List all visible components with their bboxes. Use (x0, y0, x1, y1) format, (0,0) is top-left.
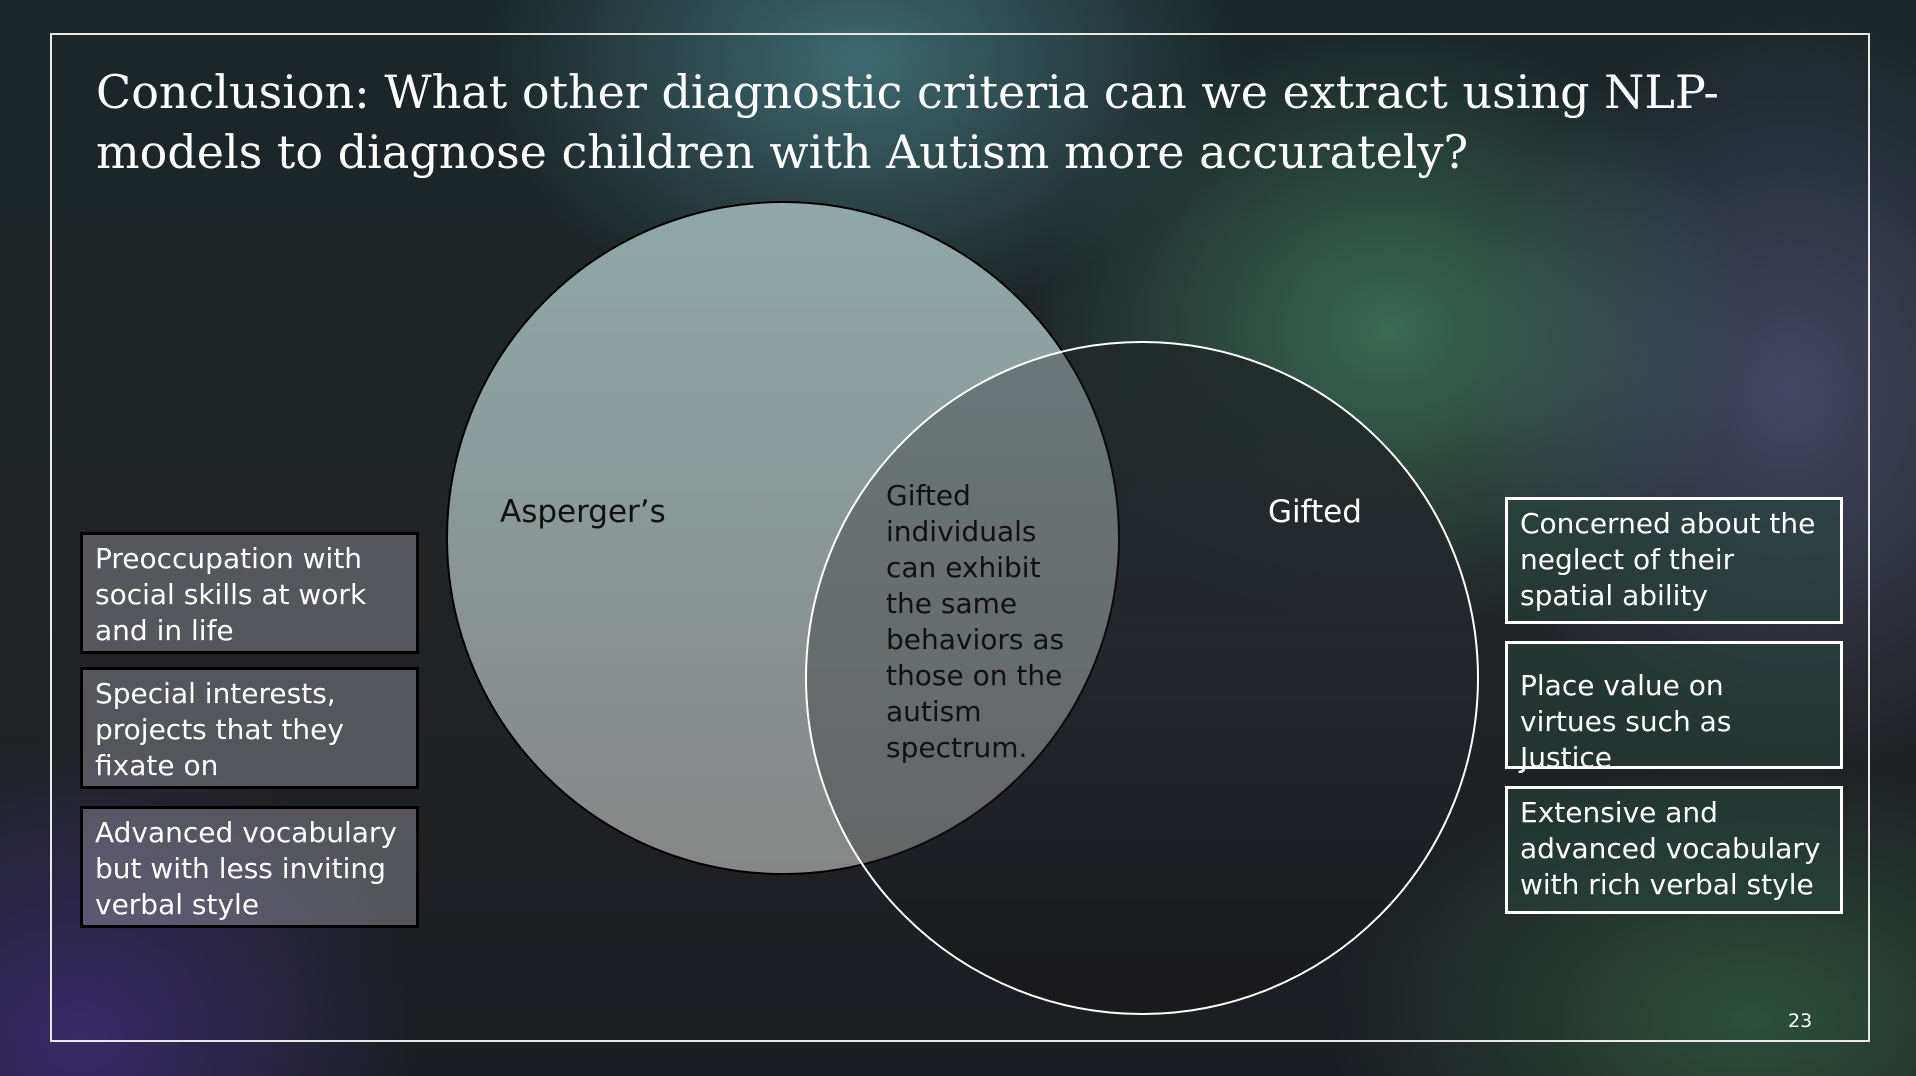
asperger-label: Asperger’s (500, 494, 666, 530)
gifted-trait-3: Extensive and advanced vocabulary with r… (1505, 786, 1843, 914)
asperger-trait-1: Preoccupation with social skills at work… (80, 532, 419, 654)
gifted-trait-2: Place value on virtues such as Justice (1505, 641, 1843, 774)
asperger-trait-3: Advanced vocabulary but with less inviti… (80, 806, 419, 928)
page-number: 23 (1788, 1010, 1813, 1032)
asperger-trait-2: Special interests, projects that they fi… (80, 667, 419, 789)
gifted-label: Gifted (1268, 494, 1362, 530)
overlap-text: Gifted individuals can exhibit the same … (886, 479, 1065, 764)
gifted-trait-1: Concerned about the neglect of their spa… (1505, 497, 1843, 624)
